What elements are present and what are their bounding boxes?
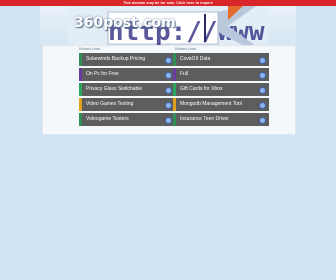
- link-accent-bar: [173, 98, 176, 111]
- circle-arrow-icon[interactable]: [259, 87, 266, 94]
- link-label[interactable]: Gift Cards for Xbox: [180, 86, 223, 92]
- related-link[interactable]: Covid19 Data: [173, 53, 269, 66]
- circle-arrow-icon[interactable]: [259, 72, 266, 79]
- link-accent-bar: [173, 53, 176, 66]
- related-link[interactable]: Mongodb Management Tool: [173, 98, 269, 111]
- related-link[interactable]: Video Games Testing: [79, 98, 175, 111]
- link-accent-bar: [79, 53, 82, 66]
- header-banner: http://www. 360post.com: [40, 6, 296, 46]
- link-label[interactable]: Covid19 Data: [180, 56, 210, 62]
- link-accent-bar: [79, 83, 82, 96]
- right-link-list: Covid19 Data Full Gift Cards for Xbox Mo…: [173, 53, 269, 128]
- link-label[interactable]: Privacy Glass Switchable: [86, 86, 142, 92]
- circle-arrow-icon[interactable]: [259, 102, 266, 109]
- link-label[interactable]: Videogame Testers: [86, 116, 129, 122]
- link-label[interactable]: Video Games Testing: [86, 101, 133, 107]
- related-link[interactable]: Solarwinds Backup Pricing: [79, 53, 175, 66]
- circle-arrow-icon[interactable]: [259, 117, 266, 124]
- right-column-header: Related Links: [175, 47, 197, 51]
- link-accent-bar: [173, 113, 176, 126]
- sale-notice-text[interactable]: This domain may be for sale. Click here …: [123, 1, 213, 5]
- left-column-header: Related Links: [79, 47, 101, 51]
- link-accent-bar: [79, 98, 82, 111]
- related-link[interactable]: On Pc for Free: [79, 68, 175, 81]
- links-panel: Related Links Related Links Solarwinds B…: [42, 45, 296, 135]
- link-label[interactable]: On Pc for Free: [86, 71, 119, 77]
- circle-arrow-icon[interactable]: [165, 117, 172, 124]
- circle-arrow-icon[interactable]: [165, 57, 172, 64]
- left-link-list: Solarwinds Backup Pricing On Pc for Free…: [79, 53, 175, 128]
- link-accent-bar: [79, 113, 82, 126]
- link-label[interactable]: Full: [180, 71, 188, 77]
- link-accent-bar: [79, 68, 82, 81]
- link-label[interactable]: Mongodb Management Tool: [180, 101, 242, 107]
- related-link[interactable]: Insurance Teen Driver: [173, 113, 269, 126]
- circle-arrow-icon[interactable]: [165, 102, 172, 109]
- related-link[interactable]: Videogame Testers: [79, 113, 175, 126]
- circle-arrow-icon[interactable]: [165, 72, 172, 79]
- circle-arrow-icon[interactable]: [259, 57, 266, 64]
- site-logo[interactable]: 360post.com: [74, 15, 176, 31]
- link-label[interactable]: Insurance Teen Driver: [180, 116, 229, 122]
- related-link[interactable]: Privacy Glass Switchable: [79, 83, 175, 96]
- link-accent-bar: [173, 68, 176, 81]
- related-link[interactable]: Gift Cards for Xbox: [173, 83, 269, 96]
- link-accent-bar: [173, 83, 176, 96]
- link-label[interactable]: Solarwinds Backup Pricing: [86, 56, 145, 62]
- circle-arrow-icon[interactable]: [165, 87, 172, 94]
- related-link[interactable]: Full: [173, 68, 269, 81]
